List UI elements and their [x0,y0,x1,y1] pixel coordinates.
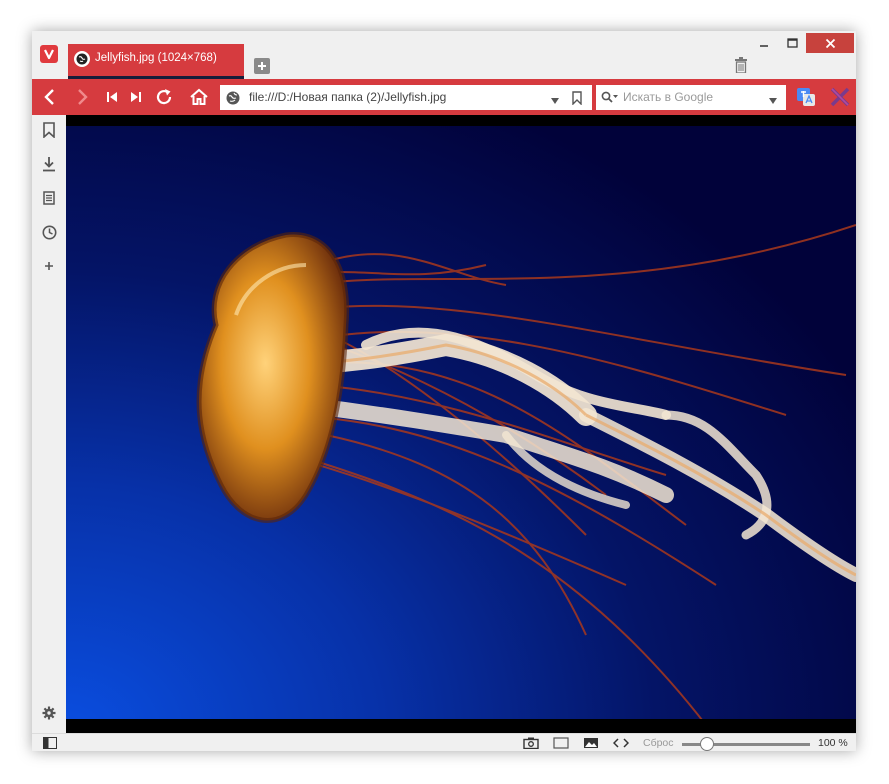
search-engine-icon[interactable] [601,90,619,109]
search-input[interactable]: Искать в Google [623,90,713,104]
tab-active[interactable]: Jellyfish.jpg (1024×768) [68,44,244,79]
search-box[interactable]: Искать в Google [596,85,786,110]
navigation-toolbar: file:///D:/Новая папка (2)/Jellyfish.jpg… [32,79,856,115]
address-bar[interactable]: file:///D:/Новая папка (2)/Jellyfish.jpg [220,85,592,110]
page-actions-icon[interactable] [612,736,630,750]
panel-toggle-icon[interactable] [42,736,58,750]
globe-icon[interactable] [226,90,240,105]
image-letterbox-top [66,115,856,126]
new-tab-button[interactable] [254,58,270,74]
reload-icon[interactable] [152,79,176,115]
fast-forward-icon[interactable] [126,79,146,115]
add-panel-icon[interactable] [40,257,58,275]
home-icon[interactable] [186,79,212,115]
vivaldi-menu-icon[interactable] [40,45,58,63]
bookmark-page-icon[interactable] [572,90,582,109]
camera-icon[interactable] [522,736,540,750]
extension-x-icon[interactable] [829,86,851,108]
title-bar: Jellyfish.jpg (1024×768) [32,31,856,79]
minimize-button[interactable] [754,33,774,53]
side-panel [32,115,66,733]
image-letterbox-bottom [66,719,856,733]
tab-title: Jellyfish.jpg (1024×768) [95,52,217,64]
close-button[interactable] [806,33,854,53]
browser-window: Jellyfish.jpg (1024×768) file:///D:/Нова… [32,31,856,751]
images-icon[interactable] [582,736,600,750]
address-dropdown-icon[interactable] [550,91,560,110]
jellyfish-image [66,115,856,733]
zoom-level: 100 % [818,737,848,749]
search-dropdown-icon[interactable] [768,91,778,110]
bookmark-icon[interactable] [40,121,58,139]
tab-favicon-icon [74,51,90,67]
translate-extension-icon[interactable] [796,87,816,107]
rewind-icon[interactable] [102,79,122,115]
address-input[interactable]: file:///D:/Новая папка (2)/Jellyfish.jpg [249,90,446,104]
settings-icon[interactable] [40,704,58,722]
zoom-slider-handle[interactable] [700,737,714,751]
tiling-icon[interactable] [552,736,570,750]
status-bar: Сброс 100 % [32,733,856,751]
zoom-reset-button[interactable]: Сброс [643,737,674,749]
maximize-button[interactable] [782,33,802,53]
history-icon[interactable] [40,223,58,241]
download-icon[interactable] [40,155,58,173]
notes-icon[interactable] [40,189,58,207]
back-icon[interactable] [38,79,62,115]
image-viewer[interactable] [66,115,856,733]
forward-icon[interactable] [70,79,94,115]
trash-icon[interactable] [734,57,748,74]
